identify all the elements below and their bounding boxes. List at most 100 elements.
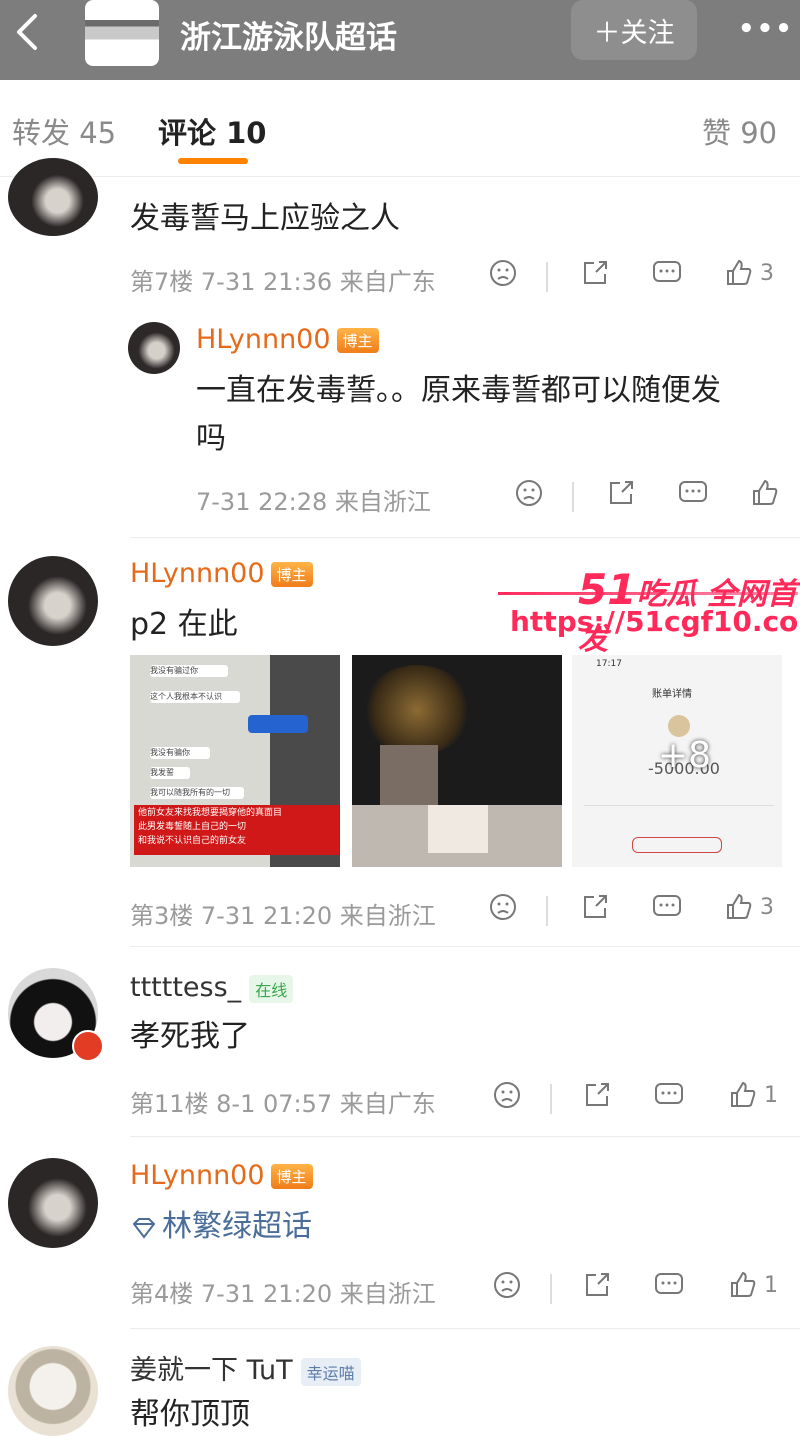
flowers-image[interactable] bbox=[352, 655, 562, 867]
comment-icon bbox=[655, 1083, 683, 1104]
like-button[interactable]: 1 bbox=[728, 1270, 778, 1300]
like-count: 1 bbox=[764, 1082, 778, 1108]
reply-button[interactable] bbox=[653, 1270, 685, 1300]
share-icon bbox=[586, 1273, 609, 1296]
reply-actions bbox=[514, 478, 794, 518]
status-time: 17:17 bbox=[596, 659, 622, 669]
comment-text: 帮你顶顶 bbox=[130, 1397, 250, 1432]
username-text: HLynnn00 bbox=[130, 1160, 265, 1191]
back-button[interactable] bbox=[6, 10, 50, 54]
username[interactable]: 姜就一下 TuT 幸运喵 bbox=[130, 1348, 361, 1387]
separator bbox=[546, 262, 548, 292]
username-text: HLynnn00 bbox=[130, 558, 265, 589]
thumbs-up-icon bbox=[731, 1271, 756, 1297]
image-grid: 我没有骗过你 这个人我根本不认识 我没有骗你 我发誓 我可以随我所有的一切 他前… bbox=[130, 655, 785, 867]
like-button[interactable]: 3 bbox=[724, 892, 774, 922]
share-button[interactable] bbox=[582, 1080, 612, 1110]
username[interactable]: tttttess_ 在线 bbox=[130, 972, 294, 1003]
verified-badge-icon bbox=[72, 1030, 104, 1062]
separator bbox=[550, 1274, 552, 1304]
share-button[interactable] bbox=[580, 258, 610, 288]
like-count: 3 bbox=[760, 894, 774, 920]
topic-thumbnail[interactable] bbox=[85, 0, 159, 66]
like-button[interactable]: 1 bbox=[728, 1080, 778, 1110]
caption-line: 和我说不认识自己的前女友 bbox=[138, 836, 247, 846]
blogger-badge: 博主 bbox=[270, 562, 313, 587]
dislike-button[interactable] bbox=[514, 478, 544, 508]
reply-button[interactable] bbox=[653, 1080, 685, 1110]
comment-text: p2 在此 bbox=[130, 607, 238, 642]
avatar[interactable] bbox=[8, 1346, 98, 1436]
share-icon bbox=[610, 481, 633, 504]
follow-button[interactable]: ＋关注 bbox=[571, 0, 697, 60]
more-icon[interactable]: ••• bbox=[738, 14, 794, 44]
avatar[interactable] bbox=[8, 158, 98, 236]
reply-button[interactable] bbox=[651, 258, 683, 288]
more-images-count[interactable]: +8 bbox=[658, 735, 711, 776]
chevron-left-icon bbox=[17, 14, 37, 50]
divider bbox=[130, 537, 800, 538]
like-button[interactable]: 3 bbox=[724, 258, 774, 288]
comment-actions: 3 bbox=[488, 892, 788, 932]
avatar[interactable] bbox=[8, 556, 98, 646]
sad-face-icon bbox=[490, 894, 516, 920]
tab-comment[interactable]: 评论 10 bbox=[158, 110, 266, 152]
share-button[interactable] bbox=[582, 1270, 612, 1300]
sad-face-icon bbox=[490, 260, 516, 286]
reply-meta: 7-31 22:28 来自浙江 bbox=[196, 488, 431, 516]
comment-item: 姜就一下 TuT 幸运喵 帮你顶顶 bbox=[0, 1338, 800, 1445]
share-icon bbox=[586, 1083, 609, 1106]
comment-icon bbox=[655, 1273, 683, 1294]
comment-item: 发毒誓马上应验之人 第7楼 7-31 21:36 来自广东 3 HLynnn00… bbox=[0, 158, 800, 536]
avatar[interactable] bbox=[8, 1158, 98, 1248]
reply-username-text: HLynnn00 bbox=[196, 324, 331, 355]
username-text: tttttess_ bbox=[130, 972, 242, 1003]
reply-button[interactable] bbox=[651, 892, 683, 922]
reply-username[interactable]: HLynnn00 博主 bbox=[196, 324, 379, 355]
comment-meta: 第3楼 7-31 21:20 来自浙江 bbox=[130, 902, 436, 930]
topic-title[interactable]: 浙江游泳队超话 bbox=[180, 12, 397, 57]
username[interactable]: HLynnn00 博主 bbox=[130, 558, 313, 589]
comment-item: HLynnn00 博主 林繁绿超话 第4楼 7-31 21:20 来自浙江 1 bbox=[0, 1150, 800, 1330]
bill-title: 账单详情 bbox=[652, 689, 692, 700]
comment-text: 孝死我了 bbox=[130, 1019, 250, 1054]
like-count: 3 bbox=[760, 260, 774, 286]
tab-repost[interactable]: 转发 45 bbox=[12, 110, 116, 152]
diamond-icon bbox=[132, 1217, 156, 1239]
comment-icon bbox=[653, 261, 681, 282]
dislike-button[interactable] bbox=[488, 892, 518, 922]
reply-avatar[interactable] bbox=[128, 322, 180, 374]
top-bar: 浙江游泳队超话 ＋关注 ••• bbox=[0, 0, 800, 80]
chat-bubble: 我发誓 bbox=[150, 767, 190, 779]
caption-line: 此男发毒誓随上自己的一切 bbox=[138, 822, 247, 832]
tab-like[interactable]: 赞 90 bbox=[702, 110, 777, 152]
share-button[interactable] bbox=[580, 892, 610, 922]
dislike-button[interactable] bbox=[492, 1080, 522, 1110]
comment-item: tttttess_ 在线 孝死我了 第11楼 8-1 07:57 来自广东 1 bbox=[0, 960, 800, 1140]
blogger-badge: 博主 bbox=[270, 1164, 313, 1189]
thumbs-up-icon bbox=[731, 1081, 756, 1107]
like-button[interactable] bbox=[750, 478, 780, 508]
reply-button[interactable] bbox=[677, 478, 709, 508]
bill-screenshot-image[interactable]: 17:17 账单详情 -5000.00 +8 bbox=[572, 655, 782, 867]
chat-bubble: 我可以随我所有的一切 bbox=[150, 787, 244, 799]
divider bbox=[130, 1136, 800, 1137]
sad-face-icon bbox=[516, 480, 542, 506]
username[interactable]: HLynnn00 博主 bbox=[130, 1160, 313, 1191]
share-button[interactable] bbox=[606, 478, 636, 508]
dislike-button[interactable] bbox=[488, 258, 518, 288]
comment-meta: 第7楼 7-31 21:36 来自广东 bbox=[130, 268, 436, 296]
chat-screenshot-image[interactable]: 我没有骗过你 这个人我根本不认识 我没有骗你 我发誓 我可以随我所有的一切 他前… bbox=[130, 655, 340, 867]
blogger-badge: 博主 bbox=[336, 328, 379, 353]
supertopic-link[interactable]: 林繁绿超话 bbox=[130, 1204, 312, 1250]
divider bbox=[130, 946, 800, 947]
reply-text-line2: 吗 bbox=[196, 421, 226, 456]
tab-active-indicator bbox=[178, 158, 248, 164]
chat-bubble: 我没有骗你 bbox=[150, 747, 210, 759]
lucky-cat-badge: 幸运喵 bbox=[300, 1357, 361, 1386]
comment-text: 发毒誓马上应验之人 bbox=[130, 201, 400, 236]
sad-face-icon bbox=[494, 1272, 520, 1298]
like-count: 1 bbox=[764, 1272, 778, 1298]
thumbs-up-icon bbox=[727, 893, 752, 919]
dislike-button[interactable] bbox=[492, 1270, 522, 1300]
